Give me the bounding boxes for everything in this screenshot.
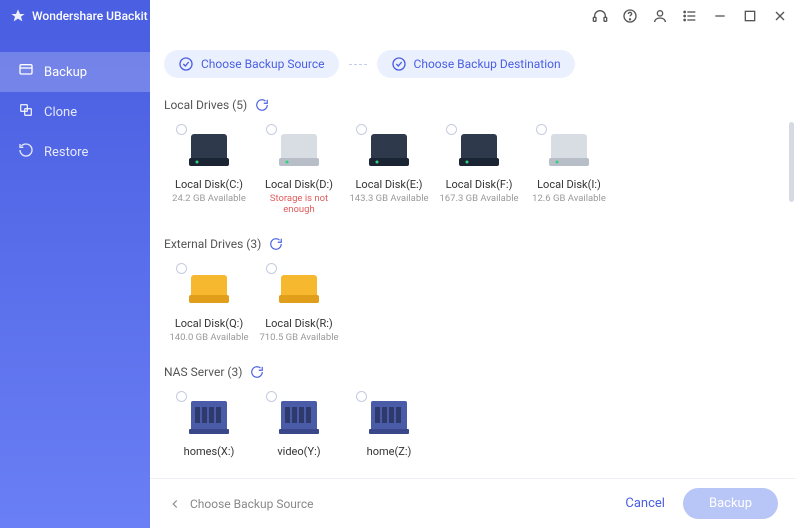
radio-icon[interactable] bbox=[176, 124, 187, 135]
headset-icon[interactable] bbox=[592, 8, 608, 24]
drive-icon bbox=[455, 128, 503, 172]
drive-item[interactable]: Local Disk(F:) 167.3 GB Available bbox=[434, 122, 524, 229]
section-title: External Drives (3) bbox=[164, 237, 261, 251]
main: Backup Clone Restore Choose Backup Source … bbox=[0, 32, 796, 528]
drive-name: Local Disk(E:) bbox=[356, 178, 423, 191]
drive-name: home(Z:) bbox=[367, 445, 412, 458]
drive-item[interactable]: Local Disk(E:) 143.3 GB Available bbox=[344, 122, 434, 229]
sidebar-item-restore[interactable]: Restore bbox=[0, 132, 150, 172]
section-title: Local Drives (5) bbox=[164, 98, 247, 112]
drive-name: Local Disk(F:) bbox=[446, 178, 513, 191]
radio-icon[interactable] bbox=[176, 391, 187, 402]
sidebar-item-label: Restore bbox=[44, 145, 88, 160]
app-title: Wondershare UBackit bbox=[32, 9, 148, 23]
drive-name: homes(X:) bbox=[184, 445, 235, 458]
radio-icon[interactable] bbox=[446, 124, 457, 135]
section-head-external: External Drives (3) bbox=[164, 237, 782, 251]
sidebar-item-label: Clone bbox=[44, 105, 77, 120]
titlebar: Wondershare UBackit bbox=[0, 0, 796, 32]
sidebar: Backup Clone Restore bbox=[0, 32, 150, 528]
help-icon[interactable] bbox=[622, 8, 638, 24]
check-circle-icon bbox=[178, 56, 194, 72]
drive-subtext: 143.3 GB Available bbox=[349, 193, 428, 204]
drive-name: Local Disk(D:) bbox=[265, 178, 333, 191]
titlebar-brand: Wondershare UBackit bbox=[0, 0, 150, 32]
drive-item[interactable]: Local Disk(I:) 12.6 GB Available bbox=[524, 122, 614, 229]
drive-icon bbox=[365, 128, 413, 172]
radio-icon[interactable] bbox=[176, 263, 187, 274]
backup-button[interactable]: Backup bbox=[683, 488, 778, 519]
radio-icon[interactable] bbox=[266, 263, 277, 274]
drive-item[interactable]: Local Disk(Q:) 140.0 GB Available bbox=[164, 261, 254, 357]
drive-name: Local Disk(R:) bbox=[265, 317, 333, 330]
section-title: NAS Server (3) bbox=[164, 365, 242, 379]
drive-subtext: Storage is not enough bbox=[254, 193, 344, 215]
refresh-icon[interactable] bbox=[269, 237, 283, 251]
footer-hint-label: Choose Backup Source bbox=[190, 497, 314, 511]
chevron-left-icon bbox=[168, 497, 182, 511]
drive-icon bbox=[545, 128, 593, 172]
drive-item[interactable]: homes(X:) bbox=[164, 389, 254, 474]
step-separator bbox=[349, 64, 367, 65]
radio-icon[interactable] bbox=[536, 124, 547, 135]
drive-icon bbox=[365, 395, 413, 439]
titlebar-controls bbox=[150, 8, 796, 24]
drive-item[interactable]: Local Disk(C:) 24.2 GB Available bbox=[164, 122, 254, 229]
sidebar-item-clone[interactable]: Clone bbox=[0, 92, 150, 132]
cancel-button[interactable]: Cancel bbox=[625, 496, 665, 511]
refresh-icon[interactable] bbox=[250, 365, 264, 379]
drive-grid: homes(X:) video(Y:) home(Z:) bbox=[164, 389, 782, 474]
drive-item[interactable]: home(Z:) bbox=[344, 389, 434, 474]
drive-name: Local Disk(C:) bbox=[175, 178, 243, 191]
drive-subtext: 12.6 GB Available bbox=[532, 193, 606, 204]
drive-name: video(Y:) bbox=[277, 445, 320, 458]
refresh-icon[interactable] bbox=[255, 98, 269, 112]
drive-icon bbox=[275, 267, 323, 311]
step-choose-destination[interactable]: Choose Backup Destination bbox=[377, 50, 575, 78]
check-circle-icon bbox=[391, 56, 407, 72]
drive-icon bbox=[185, 267, 233, 311]
wizard-steps: Choose Backup Source Choose Backup Desti… bbox=[150, 32, 796, 90]
sidebar-item-label: Backup bbox=[44, 65, 87, 80]
footer: Choose Backup Source Cancel Backup bbox=[150, 478, 796, 528]
drive-item[interactable]: Local Disk(D:) Storage is not enough bbox=[254, 122, 344, 229]
drive-subtext: 167.3 GB Available bbox=[439, 193, 518, 204]
drive-item[interactable]: video(Y:) bbox=[254, 389, 344, 474]
drive-grid: Local Disk(Q:) 140.0 GB Available Local … bbox=[164, 261, 782, 357]
section-head-nas: NAS Server (3) bbox=[164, 365, 782, 379]
minimize-icon[interactable] bbox=[712, 8, 728, 24]
scrollbar-thumb[interactable] bbox=[789, 122, 794, 202]
radio-icon[interactable] bbox=[356, 391, 367, 402]
drive-subtext: 710.5 GB Available bbox=[259, 332, 338, 343]
maximize-icon[interactable] bbox=[742, 8, 758, 24]
step-label: Choose Backup Source bbox=[201, 57, 325, 71]
clone-icon bbox=[18, 102, 34, 122]
radio-icon[interactable] bbox=[356, 124, 367, 135]
drive-icon bbox=[185, 395, 233, 439]
drive-scroll-area[interactable]: Local Drives (5) Local Disk(C:) 24.2 GB … bbox=[150, 90, 796, 478]
radio-icon[interactable] bbox=[266, 124, 277, 135]
drive-name: Local Disk(Q:) bbox=[175, 317, 243, 330]
section-head-local: Local Drives (5) bbox=[164, 98, 782, 112]
step-label: Choose Backup Destination bbox=[414, 57, 561, 71]
drive-subtext: 140.0 GB Available bbox=[169, 332, 248, 343]
close-icon[interactable] bbox=[772, 8, 788, 24]
radio-icon[interactable] bbox=[266, 391, 277, 402]
drive-grid: Local Disk(C:) 24.2 GB Available Local D… bbox=[164, 122, 782, 229]
backup-icon bbox=[18, 62, 34, 82]
step-choose-source[interactable]: Choose Backup Source bbox=[164, 50, 339, 78]
drive-name: Local Disk(I:) bbox=[537, 178, 601, 191]
drive-icon bbox=[275, 395, 323, 439]
restore-icon bbox=[18, 142, 34, 162]
drive-subtext: 24.2 GB Available bbox=[172, 193, 246, 204]
footer-hint: Choose Backup Source bbox=[168, 497, 314, 511]
app-logo-icon bbox=[10, 8, 26, 24]
drive-icon bbox=[275, 128, 323, 172]
drive-icon bbox=[185, 128, 233, 172]
drive-item[interactable]: Local Disk(R:) 710.5 GB Available bbox=[254, 261, 344, 357]
sidebar-item-backup[interactable]: Backup bbox=[0, 52, 150, 92]
menu-list-icon[interactable] bbox=[682, 8, 698, 24]
content: Choose Backup Source Choose Backup Desti… bbox=[150, 32, 796, 528]
user-icon[interactable] bbox=[652, 8, 668, 24]
